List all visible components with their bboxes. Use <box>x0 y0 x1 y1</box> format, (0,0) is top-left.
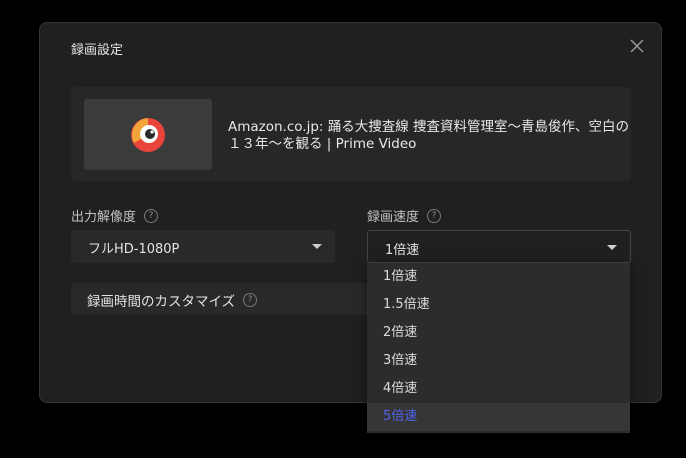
recording-speed-select[interactable]: 1倍速 <box>367 230 631 263</box>
custom-recording-time-toggle[interactable]: 録画時間のカスタマイズ ? <box>71 283 368 315</box>
speed-option-1x[interactable]: 1倍速 <box>367 263 630 291</box>
recording-speed-dropdown: 1倍速 1.5倍速 2倍速 3倍速 4倍速 5倍速 <box>367 263 630 433</box>
speed-option-3x[interactable]: 3倍速 <box>367 347 630 375</box>
speed-option-4x[interactable]: 4倍速 <box>367 375 630 403</box>
chevron-down-icon <box>607 245 617 250</box>
recording-speed-value: 1倍速 <box>385 243 420 258</box>
app-logo-icon <box>131 118 165 152</box>
custom-recording-time-label: 録画時間のカスタマイズ ? <box>87 290 258 310</box>
speed-option-5x[interactable]: 5倍速 <box>367 403 630 431</box>
output-resolution-value: フルHD-1080P <box>88 242 180 257</box>
close-icon[interactable] <box>630 38 644 53</box>
video-title: Amazon.co.jp: 踊る大捜査線 捜査資料管理室～青島俊作、空白の１３年… <box>228 119 630 152</box>
help-icon[interactable]: ? <box>144 208 159 223</box>
video-thumbnail <box>84 99 212 170</box>
video-info-card: Amazon.co.jp: 踊る大捜査線 捜査資料管理室～青島俊作、空白の１３年… <box>71 87 631 181</box>
help-icon[interactable]: ? <box>243 293 258 307</box>
help-icon[interactable]: ? <box>427 208 442 223</box>
dialog-title: 録画設定 <box>71 43 124 58</box>
speed-option-1-5x[interactable]: 1.5倍速 <box>367 291 630 319</box>
output-resolution-select[interactable]: フルHD-1080P <box>71 230 335 263</box>
recording-speed-label: 録画速度 ? <box>367 206 442 225</box>
speed-option-2x[interactable]: 2倍速 <box>367 319 630 347</box>
chevron-down-icon <box>312 244 322 249</box>
output-resolution-label: 出力解像度 ? <box>71 206 159 225</box>
